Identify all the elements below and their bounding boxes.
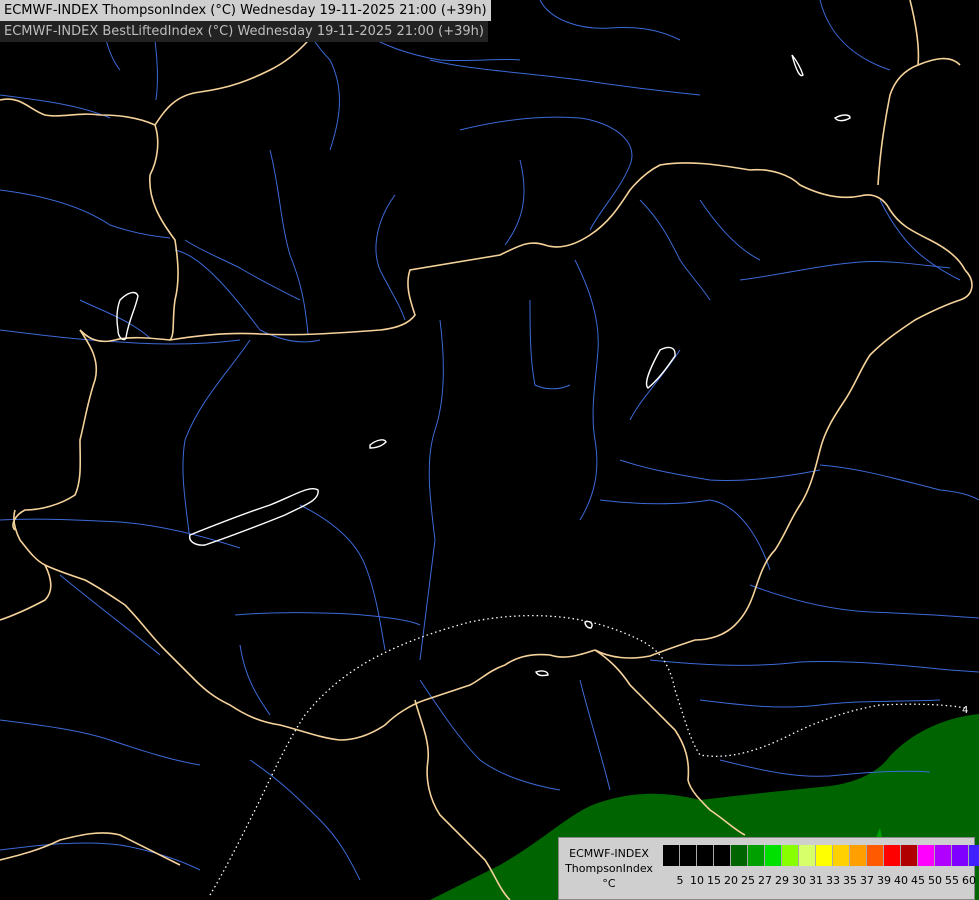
legend-tick-label: 5	[676, 874, 684, 887]
legend-title-line-3: °C	[602, 877, 616, 890]
legend-tick-label: 27	[758, 874, 772, 887]
legend-title-line-2: ThompsonIndex	[565, 862, 653, 875]
isoline-label: 4	[962, 705, 968, 716]
legend-tick-label: 20	[724, 874, 738, 887]
legend-title-line-1: ECMWF-INDEX	[569, 847, 649, 860]
legend-swatch	[867, 845, 884, 866]
legend-tick-label: 45	[911, 874, 925, 887]
legend-swatch	[935, 845, 952, 866]
legend-tick-label: 30	[792, 874, 806, 887]
legend-swatch	[748, 845, 765, 866]
legend-swatch	[969, 845, 979, 866]
legend-title: ECMWF-INDEX ThompsonIndex °C	[561, 846, 657, 891]
legend-swatch	[884, 845, 901, 866]
legend-swatch	[731, 845, 748, 866]
legend-tick-label: 29	[775, 874, 789, 887]
legend-swatches	[663, 845, 979, 866]
legend-tick-label: 39	[877, 874, 891, 887]
legend-tick-label: 50	[928, 874, 942, 887]
legend-tick-label: 25	[741, 874, 755, 887]
legend-tick-label: 33	[826, 874, 840, 887]
legend-swatch	[765, 845, 782, 866]
legend-swatch	[680, 845, 697, 866]
legend-swatch	[952, 845, 969, 866]
legend-tick-label: 10	[690, 874, 704, 887]
legend-swatch	[816, 845, 833, 866]
legend-swatch	[714, 845, 731, 866]
legend-tick-label: 35	[843, 874, 857, 887]
weather-map: 4	[0, 0, 979, 900]
legend-tick-label: 40	[894, 874, 908, 887]
legend-tick-label: 31	[809, 874, 823, 887]
legend-swatch	[901, 845, 918, 866]
legend-tick-label: 15	[707, 874, 721, 887]
legend-swatch	[833, 845, 850, 866]
legend-tick-label: 55	[945, 874, 959, 887]
title-secondary: ECMWF-INDEX BestLiftedIndex (°C) Wednesd…	[0, 21, 488, 42]
legend-swatch	[850, 845, 867, 866]
legend-swatch	[782, 845, 799, 866]
legend-tick-label: 37	[860, 874, 874, 887]
title-primary: ECMWF-INDEX ThompsonIndex (°C) Wednesday…	[0, 0, 491, 21]
legend-swatch	[663, 845, 680, 866]
map-background	[0, 0, 979, 900]
legend: ECMWF-INDEX ThompsonIndex °C 5 10 15 20 25 27…	[558, 837, 979, 900]
legend-swatch	[799, 845, 816, 866]
legend-swatch	[918, 845, 935, 866]
legend-tick-label: 60	[962, 874, 976, 887]
legend-swatch	[697, 845, 714, 866]
